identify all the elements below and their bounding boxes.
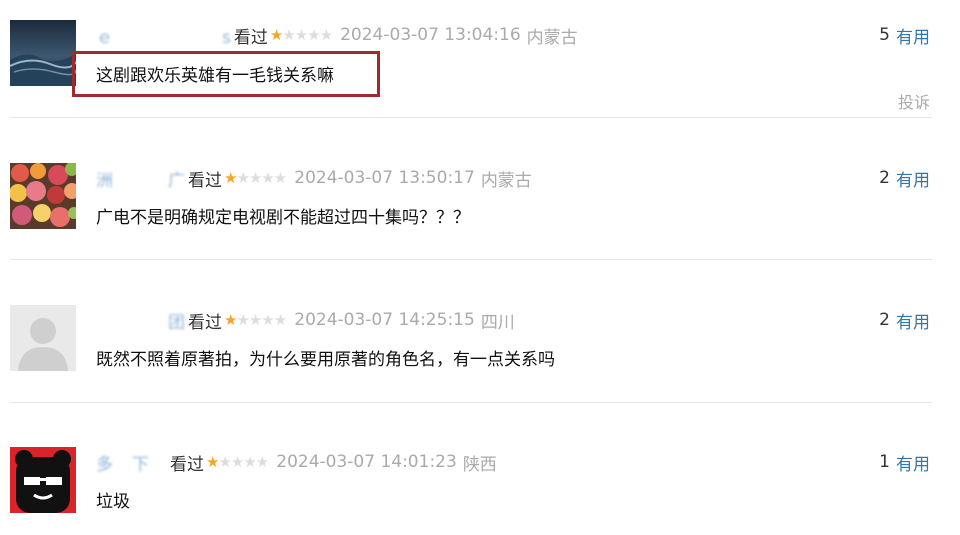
comment-content: 垃圾 xyxy=(96,492,130,512)
useful-button[interactable]: 有用 xyxy=(896,166,930,191)
avatar[interactable] xyxy=(10,20,76,86)
useful-count: 2 xyxy=(879,168,890,188)
rating-stars: ★★★★★ xyxy=(224,169,287,187)
comment-content: 广电不是明确规定电视剧不能超过四十集吗？？？ xyxy=(96,208,470,228)
divider xyxy=(10,402,932,403)
username-link[interactable]: 多 下 xyxy=(96,450,168,475)
divider xyxy=(10,259,932,260)
useful-count: 5 xyxy=(879,25,890,45)
username-link[interactable]: 团 xyxy=(96,308,186,333)
comment-location: 内蒙古 xyxy=(480,170,532,191)
avatar[interactable] xyxy=(10,447,76,513)
comment-time[interactable]: 2024-03-07 14:25:15 xyxy=(294,310,475,330)
comment-time[interactable]: 2024-03-07 13:04:16 xyxy=(340,25,521,45)
rating-stars: ★★★★★ xyxy=(269,26,333,44)
useful-button[interactable]: 有用 xyxy=(896,23,930,48)
fruit-avatar-icon xyxy=(10,163,76,229)
comment-time[interactable]: 2024-03-07 14:01:23 xyxy=(276,452,457,472)
report-link[interactable]: 投诉 xyxy=(898,89,930,113)
comment-location: 内蒙古 xyxy=(526,27,578,48)
comment-content: 既然不照着原著拍，为什么要用原著的角色名，有一点关系吗 xyxy=(96,350,555,370)
useful-vote[interactable]: 5 有用 xyxy=(879,23,930,48)
comment-meta: 洲 广 看过 ★★★★★ 2024-03-07 13:50:17 内蒙古 xyxy=(96,166,532,191)
rating-stars: ★★★★★ xyxy=(224,311,287,329)
rating-stars: ★★★★★ xyxy=(206,453,269,471)
useful-button[interactable]: 有用 xyxy=(896,450,930,475)
useful-vote[interactable]: 2 有用 xyxy=(879,166,930,191)
watched-status: 看过 xyxy=(188,170,222,191)
username-link[interactable]: ｅ s xyxy=(96,23,232,48)
stormy-sea-avatar-icon xyxy=(10,20,76,86)
useful-button[interactable]: 有用 xyxy=(896,308,930,333)
comment-meta: ｅ s 看过 ★★★★★ 2024-03-07 13:04:16 内蒙古 xyxy=(96,23,578,48)
comment-meta: 团 看过 ★★★★★ 2024-03-07 14:25:15 四川 xyxy=(96,308,515,333)
black-bear-sunglasses-avatar-icon xyxy=(10,447,76,513)
avatar[interactable] xyxy=(10,305,76,371)
highlight-box xyxy=(72,51,380,97)
comment-meta: 多 下 看过 ★★★★★ 2024-03-07 14:01:23 陕西 xyxy=(96,450,497,475)
comment-location: 陕西 xyxy=(462,454,497,475)
username-link[interactable]: 洲 广 xyxy=(96,166,186,191)
default-user-avatar-icon xyxy=(10,305,76,371)
avatar[interactable] xyxy=(10,163,76,229)
useful-count: 1 xyxy=(879,452,890,472)
watched-status: 看过 xyxy=(188,312,222,333)
comment-time[interactable]: 2024-03-07 13:50:17 xyxy=(294,168,475,188)
useful-vote[interactable]: 1 有用 xyxy=(879,450,930,475)
divider xyxy=(10,117,932,118)
watched-status: 看过 xyxy=(233,27,268,48)
comment-location: 四川 xyxy=(480,312,515,333)
watched-status: 看过 xyxy=(170,454,204,475)
useful-count: 2 xyxy=(879,310,890,330)
useful-vote[interactable]: 2 有用 xyxy=(879,308,930,333)
